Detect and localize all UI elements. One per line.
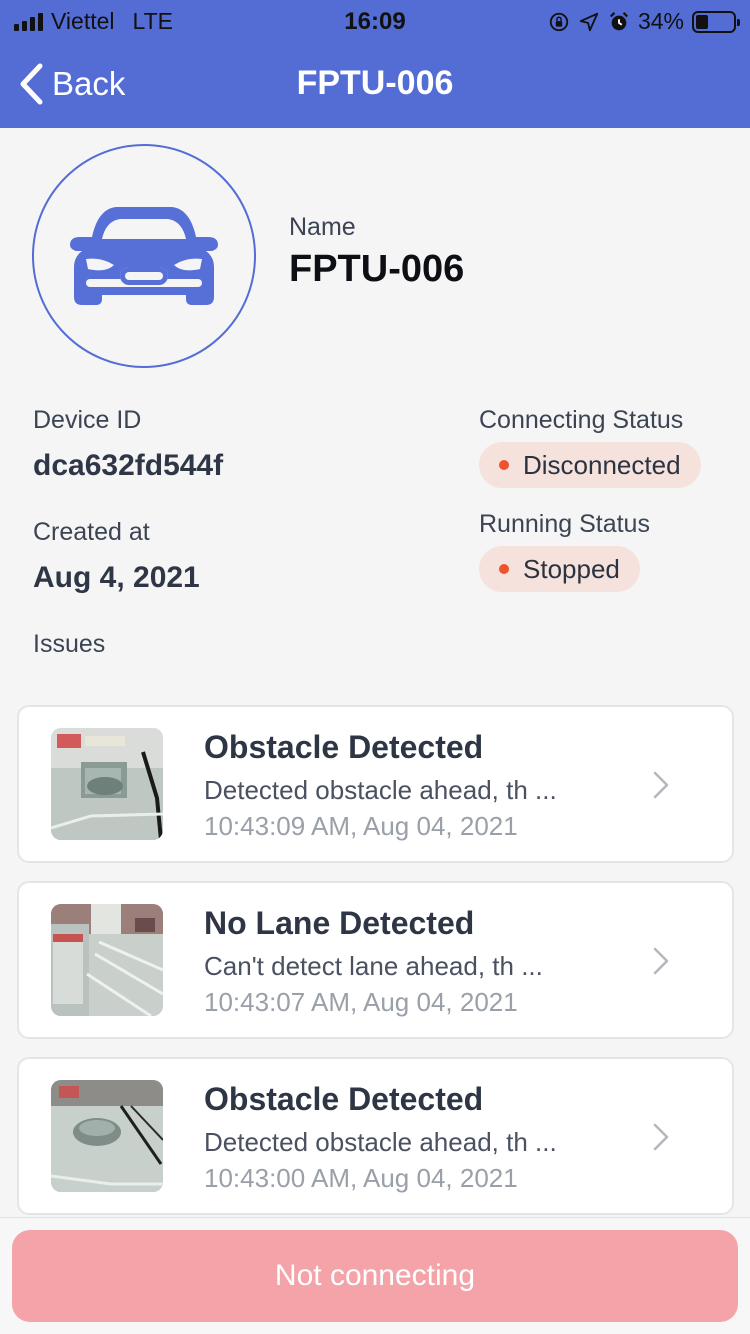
device-name: FPTU-006 (289, 248, 465, 290)
issue-thumbnail (51, 1080, 163, 1192)
running-status-value: Stopped (523, 553, 620, 584)
issue-thumbnail (51, 728, 163, 840)
issue-time: 10:43:07 AM, Aug 04, 2021 (204, 987, 518, 1017)
issue-thumbnail-image (51, 1080, 163, 1192)
issue-title: No Lane Detected (204, 905, 475, 941)
chevron-right-icon (653, 771, 669, 799)
issue-time: 10:43:09 AM, Aug 04, 2021 (204, 811, 518, 841)
device-avatar (32, 144, 256, 368)
name-label: Name (289, 213, 356, 241)
issue-thumbnail-image (51, 728, 163, 840)
issue-title: Obstacle Detected (204, 729, 484, 765)
battery-percent: 34% (637, 8, 684, 34)
chevron-right-icon (653, 947, 669, 975)
device-id-value: dca632fd544f (33, 449, 224, 482)
issue-description: Detected obstacle ahead, th ... (204, 775, 557, 805)
issue-card[interactable]: No Lane Detected Can't detect lane ahead… (17, 881, 734, 1039)
running-status-badge: Stopped (479, 546, 640, 592)
chevron-right-icon (653, 1123, 669, 1151)
battery-icon (692, 10, 740, 33)
issue-thumbnail (51, 904, 163, 1016)
header: Viettel LTE 16:09 34% Back FPTU-006 (0, 0, 750, 128)
issue-title: Obstacle Detected (204, 1081, 484, 1117)
status-bar: Viettel LTE 16:09 34% (0, 0, 750, 40)
device-id-label: Device ID (33, 406, 142, 434)
issue-time: 10:43:00 AM, Aug 04, 2021 (204, 1163, 518, 1193)
created-at-label: Created at (33, 518, 150, 546)
car-icon (70, 207, 218, 305)
page-title: FPTU-006 (296, 64, 454, 102)
connecting-status-badge: Disconnected (479, 442, 701, 488)
issues-label: Issues (33, 630, 106, 658)
status-bar-right: 34% (548, 8, 740, 35)
connecting-status-value: Disconnected (523, 449, 681, 480)
orientation-lock-icon (549, 12, 569, 31)
issue-card[interactable]: Obstacle Detected Detected obstacle ahea… (17, 705, 734, 863)
bottom-bar: Not connecting (0, 1217, 750, 1334)
status-dot-icon (499, 460, 509, 470)
issue-card[interactable]: Obstacle Detected Detected obstacle ahea… (17, 1057, 734, 1215)
running-status-label: Running Status (479, 510, 650, 538)
issue-description: Detected obstacle ahead, th ... (204, 1127, 557, 1157)
status-dot-icon (499, 564, 509, 574)
connect-status-button[interactable]: Not connecting (12, 1230, 738, 1322)
battery-level (696, 14, 709, 29)
issue-thumbnail-image (51, 904, 163, 1016)
location-icon (579, 12, 599, 31)
issue-description: Can't detect lane ahead, th ... (204, 951, 543, 981)
created-at-value: Aug 4, 2021 (33, 561, 200, 594)
connecting-status-label: Connecting Status (479, 406, 684, 434)
alarm-icon (609, 11, 628, 30)
